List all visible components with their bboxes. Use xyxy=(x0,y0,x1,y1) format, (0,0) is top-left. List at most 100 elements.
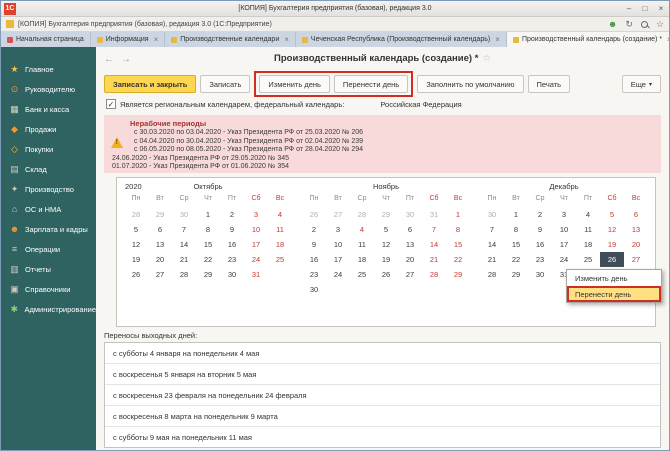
print-button[interactable]: Печать xyxy=(528,75,571,93)
move-day-button[interactable]: Перенести день xyxy=(334,75,408,93)
tab-production-calendar-new[interactable]: Производственный календарь (создание) *× xyxy=(507,32,670,47)
tab-close-icon[interactable]: × xyxy=(495,35,500,44)
calendar-day[interactable]: 29 xyxy=(196,267,220,282)
calendar-day[interactable]: 26 xyxy=(302,207,326,222)
calendar-day[interactable]: 5 xyxy=(124,222,148,237)
calendar-day[interactable]: 29 xyxy=(446,267,470,282)
sidebar-item-salary-hr[interactable]: ☻Зарплата и кадры xyxy=(1,219,96,239)
calendar-day[interactable]: 27 xyxy=(326,207,350,222)
calendar-day[interactable]: 24 xyxy=(552,252,576,267)
sidebar-item-sales[interactable]: ◆Продажи xyxy=(1,119,96,139)
maximize-button[interactable]: □ xyxy=(637,2,653,16)
calendar-day[interactable]: 4 xyxy=(350,222,374,237)
calendar-day[interactable]: 25 xyxy=(268,252,292,267)
calendar-day[interactable]: 18 xyxy=(350,252,374,267)
calendar-day[interactable]: 28 xyxy=(350,207,374,222)
calendar-day[interactable]: 18 xyxy=(576,237,600,252)
calendar-day[interactable]: 20 xyxy=(148,252,172,267)
calendar-day[interactable]: 17 xyxy=(326,252,350,267)
calendar-day[interactable]: 28 xyxy=(172,267,196,282)
transfer-row[interactable]: с субботы 9 мая на понедельник 11 мая xyxy=(105,427,660,448)
calendar-day[interactable]: 3 xyxy=(244,207,268,222)
calendar-day[interactable]: 26 xyxy=(124,267,148,282)
calendar-day[interactable]: 15 xyxy=(446,237,470,252)
calendar-day[interactable]: 17 xyxy=(552,237,576,252)
calendar-day[interactable]: 29 xyxy=(504,267,528,282)
calendar-day[interactable]: 26 xyxy=(374,267,398,282)
calendar-day[interactable]: 11 xyxy=(576,222,600,237)
calendar-day[interactable]: 18 xyxy=(268,237,292,252)
calendar-day[interactable]: 16 xyxy=(528,237,552,252)
calendar-day[interactable]: 1 xyxy=(446,207,470,222)
calendar-day[interactable]: 30 xyxy=(528,267,552,282)
sidebar-item-warehouse[interactable]: ▤Склад xyxy=(1,159,96,179)
calendar-day[interactable]: 12 xyxy=(374,237,398,252)
sidebar-item-purchases[interactable]: ◇Покупки xyxy=(1,139,96,159)
calendar-day[interactable]: 22 xyxy=(504,252,528,267)
sidebar-item-operations[interactable]: ≡Операции xyxy=(1,239,96,259)
sidebar-item-main[interactable]: ★Главное xyxy=(1,59,96,79)
calendar-day[interactable]: 2 xyxy=(528,207,552,222)
calendar-day[interactable]: 26 xyxy=(600,252,624,267)
calendar-day[interactable]: 17 xyxy=(244,237,268,252)
calendar-day[interactable]: 14 xyxy=(480,237,504,252)
tab-close-icon[interactable]: × xyxy=(284,35,289,44)
tab-home[interactable]: Начальная страница xyxy=(1,32,91,47)
calendar-day[interactable]: 28 xyxy=(124,207,148,222)
sidebar-item-directories[interactable]: ▣Справочники xyxy=(1,279,96,299)
calendar-day[interactable]: 24 xyxy=(326,267,350,282)
minimize-button[interactable]: – xyxy=(621,2,637,16)
calendar-day[interactable]: 7 xyxy=(480,222,504,237)
tab-chechen-republic-calendar[interactable]: Чеченская Республика (Производственный к… xyxy=(296,32,507,47)
calendar-day[interactable]: 8 xyxy=(504,222,528,237)
sidebar-item-production[interactable]: ✦Производство xyxy=(1,179,96,199)
calendar-day[interactable]: 2 xyxy=(220,207,244,222)
calendar-day[interactable]: 13 xyxy=(398,237,422,252)
calendar-day[interactable]: 27 xyxy=(398,267,422,282)
search-icon[interactable] xyxy=(641,21,648,28)
sidebar-item-administration[interactable]: ✱Администрирование xyxy=(1,299,96,319)
more-button[interactable]: Еще ▾ xyxy=(622,75,661,93)
calendar-day[interactable]: 10 xyxy=(552,222,576,237)
calendar-day[interactable]: 4 xyxy=(576,207,600,222)
calendar-day[interactable]: 31 xyxy=(422,207,446,222)
calendar-day[interactable]: 9 xyxy=(302,237,326,252)
calendar-day[interactable]: 21 xyxy=(480,252,504,267)
change-day-button[interactable]: Изменить день xyxy=(259,75,330,93)
calendar-day[interactable]: 20 xyxy=(398,252,422,267)
history-clock-icon[interactable]: ↻ xyxy=(625,20,633,29)
calendar-day[interactable]: 8 xyxy=(196,222,220,237)
calendar-day[interactable]: 25 xyxy=(576,252,600,267)
calendar-day[interactable]: 12 xyxy=(124,237,148,252)
sidebar-item-reports[interactable]: ▥Отчеты xyxy=(1,259,96,279)
calendar-day[interactable]: 10 xyxy=(326,237,350,252)
calendar-day[interactable]: 30 xyxy=(302,282,326,297)
calendar-day[interactable]: 13 xyxy=(148,237,172,252)
close-button[interactable]: × xyxy=(653,2,669,16)
calendar-day[interactable]: 11 xyxy=(268,222,292,237)
calendar-day[interactable]: 1 xyxy=(196,207,220,222)
fill-default-button[interactable]: Заполнить по умолчанию xyxy=(417,75,523,93)
context-menu-item[interactable]: Перенести день xyxy=(567,286,661,302)
transfer-row[interactable]: с воскресенья 23 февраля на понедельник … xyxy=(105,385,660,406)
calendar-day[interactable]: 9 xyxy=(528,222,552,237)
calendar-day[interactable]: 31 xyxy=(244,267,268,282)
tab-information[interactable]: Информация× xyxy=(91,32,166,47)
federal-calendar-value[interactable]: Российская Федерация xyxy=(380,100,461,109)
calendar-day[interactable]: 16 xyxy=(220,237,244,252)
calendar-day[interactable]: 14 xyxy=(422,237,446,252)
calendar-day[interactable]: 12 xyxy=(600,222,624,237)
calendar-day[interactable]: 13 xyxy=(624,222,648,237)
tab-close-icon[interactable]: × xyxy=(154,35,159,44)
calendar-day[interactable]: 3 xyxy=(326,222,350,237)
calendar-day[interactable]: 1 xyxy=(504,207,528,222)
transfer-row[interactable]: с воскресенья 8 марта на понедельник 9 м… xyxy=(105,406,660,427)
calendar-day[interactable]: 5 xyxy=(374,222,398,237)
sidebar-item-manager[interactable]: ⊙Руководителю xyxy=(1,79,96,99)
calendar-day[interactable]: 6 xyxy=(148,222,172,237)
calendar-day[interactable]: 30 xyxy=(220,267,244,282)
calendar-day[interactable]: 22 xyxy=(196,252,220,267)
tab-production-calendars[interactable]: Производственные календари× xyxy=(165,32,296,47)
calendar-day[interactable]: 7 xyxy=(172,222,196,237)
calendar-day[interactable]: 24 xyxy=(244,252,268,267)
